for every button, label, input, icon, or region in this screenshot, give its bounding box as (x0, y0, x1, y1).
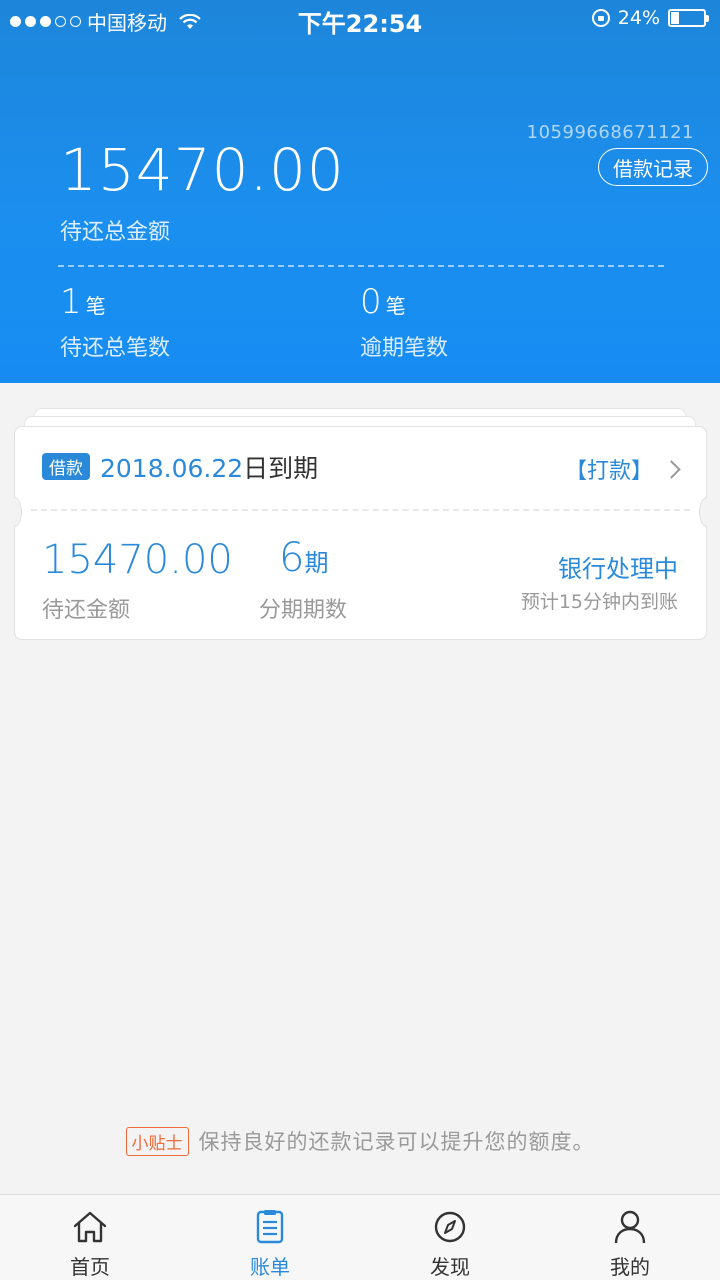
tab-bar: 首页 账单 发现 我的 (0, 1194, 720, 1280)
card-divider (31, 509, 690, 511)
processing-status: 银行处理中 (558, 555, 678, 583)
pay-link[interactable]: 【打款】 (564, 453, 681, 485)
tip-badge: 小贴士 (125, 1126, 189, 1156)
tab-mine[interactable]: 我的 (540, 1195, 720, 1280)
tip-banner: 小贴士 保持良好的还款记录可以提升您的额度。 (0, 1126, 720, 1156)
user-icon (614, 1210, 646, 1244)
tab-bill-label: 账单 (250, 1255, 290, 1279)
status-right: 24% (591, 7, 709, 29)
pay-link-label: 【打款】 (564, 459, 653, 484)
battery-icon (668, 9, 709, 27)
battery-percent: 24% (617, 7, 660, 29)
tab-discover[interactable]: 发现 (360, 1195, 540, 1280)
processing-eta: 预计15分钟内到账 (520, 591, 678, 613)
total-amount-label: 待还总金额 (60, 220, 171, 245)
rotation-lock-icon (591, 9, 610, 27)
tab-discover-label: 发现 (430, 1255, 470, 1279)
account-number: 10599668671121 (526, 122, 694, 143)
home-icon (73, 1211, 107, 1243)
tab-home[interactable]: 首页 (0, 1195, 180, 1280)
due-date: 2018.06.22 (100, 454, 244, 483)
due-suffix: 日到期 (243, 454, 319, 483)
term-count: 6 (279, 535, 305, 581)
overdue-unit: 笔 (385, 294, 406, 318)
loan-card[interactable]: 借款 2018.06.22日到期 【打款】 15470.00 待还金额 6期 分… (14, 426, 707, 640)
compass-icon (434, 1211, 466, 1243)
term-label: 分期期数 (259, 598, 348, 623)
pending-count-stat: 1笔 待还总笔数 (60, 282, 170, 362)
bill-icon (256, 1210, 284, 1244)
tab-mine-label: 我的 (610, 1255, 650, 1279)
status-bar: 中国移动 下午22:54 24% (0, 0, 720, 38)
total-amount: 15470.00 (60, 136, 345, 204)
tab-bill[interactable]: 账单 (180, 1195, 360, 1280)
loan-record-button[interactable]: 借款记录 (598, 148, 708, 186)
overdue-count-stat: 0笔 逾期笔数 (360, 282, 448, 362)
term-count-group: 6期 (279, 535, 328, 581)
pending-count: 1 (60, 282, 82, 322)
loan-tag: 借款 (42, 453, 90, 480)
pending-label: 待还总笔数 (60, 336, 171, 361)
tip-text: 保持良好的还款记录可以提升您的额度。 (198, 1130, 595, 1154)
tab-home-label: 首页 (70, 1255, 110, 1279)
due-date-line: 2018.06.22日到期 (100, 449, 318, 485)
card-amount: 15470.00 (42, 537, 233, 583)
loan-card-header: 借款 2018.06.22日到期 【打款】 (15, 427, 706, 509)
summary-header: 中国移动 下午22:54 24% 10599668671121 借款记录 154… (0, 0, 720, 383)
header-divider (58, 265, 664, 267)
chevron-right-icon (662, 459, 681, 479)
overdue-count: 0 (360, 282, 382, 322)
term-unit: 期 (304, 549, 329, 577)
pending-unit: 笔 (85, 294, 106, 318)
overdue-label: 逾期笔数 (360, 336, 449, 361)
card-amount-label: 待还金额 (42, 598, 131, 623)
